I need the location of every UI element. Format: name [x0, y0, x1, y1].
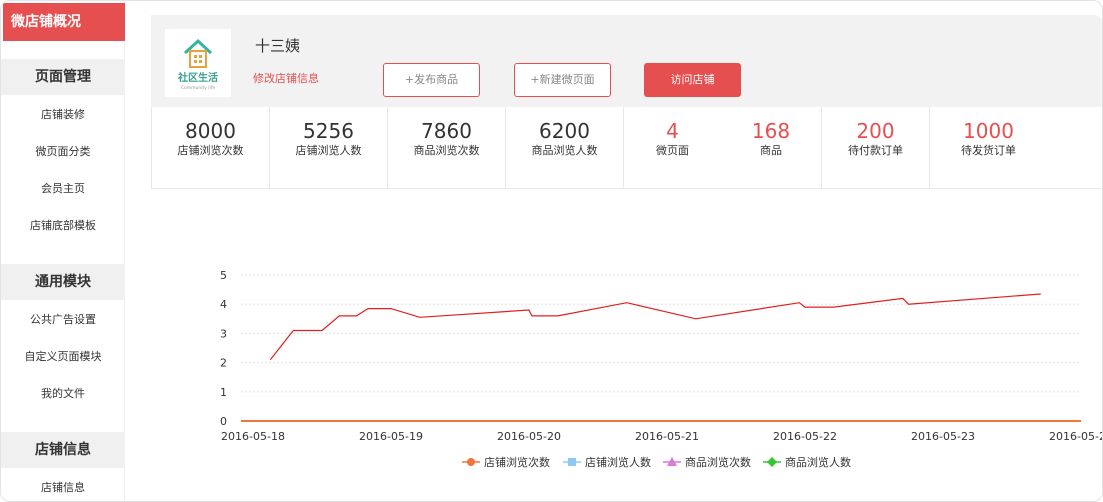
- sidebar-section-common-modules: 通用模块: [1, 264, 125, 300]
- sidebar: 微店铺概况 页面管理 店铺装修 微页面分类 会员主页 店铺底部模板 通用模块 公…: [1, 1, 125, 501]
- legend-marker-diamond: [767, 457, 777, 467]
- logo-subtext: Community life: [181, 85, 216, 91]
- y-tick-label: 1: [220, 386, 227, 399]
- sidebar-item-my-files[interactable]: 我的文件: [1, 384, 125, 404]
- stat-value: 6200: [539, 119, 590, 143]
- legend-label: 店铺浏览次数: [484, 455, 550, 469]
- publish-product-button[interactable]: +发布商品: [383, 63, 480, 97]
- legend-label: 商品浏览次数: [685, 455, 751, 469]
- sidebar-item-member-home[interactable]: 会员主页: [1, 179, 125, 199]
- stat-value: 4: [666, 119, 679, 143]
- stat-label: 商品: [760, 144, 782, 157]
- house-icon: 社区生活 Community life: [177, 38, 218, 91]
- x-tick-label: 2016-05-22: [773, 430, 837, 443]
- x-tick-label: 2016-05-18: [221, 430, 285, 443]
- stat-label: 商品浏览人数: [531, 144, 598, 157]
- stat-value: 1000: [963, 119, 1014, 143]
- sidebar-item-overview[interactable]: 微店铺概况: [3, 3, 125, 41]
- stats-bar: 8000 店铺浏览次数 5256 店铺浏览人数 7860 商品浏览次数 6200…: [151, 107, 1102, 189]
- stat-value: 7860: [421, 119, 472, 143]
- sidebar-item-public-ads[interactable]: 公共广告设置: [1, 310, 125, 330]
- legend-marker-square: [568, 458, 576, 466]
- stat-product-visitors: 6200 商品浏览人数: [505, 107, 623, 189]
- stat-shop-visitors: 5256 店铺浏览人数: [269, 107, 387, 189]
- legend-label: 商品浏览人数: [785, 455, 851, 469]
- stat-micro-pages[interactable]: 4 微页面: [623, 107, 721, 189]
- stat-pending-payment[interactable]: 200 待付款订单: [821, 107, 929, 189]
- y-tick-label: 2: [220, 357, 227, 370]
- x-tick-label: 2016-05-24: [1049, 430, 1103, 443]
- trend-chart-svg: 0 1 2 3 4 5 2016-05-18 2016-05-19 2016-05-20 2016…: [220, 269, 1103, 469]
- sidebar-item-shop-decoration[interactable]: 店铺装修: [1, 105, 125, 125]
- new-micro-page-button[interactable]: +新建微页面: [514, 63, 611, 97]
- y-tick-label: 5: [220, 269, 227, 282]
- shop-header: 社区生活 Community life 十三姨 修改店铺信息 +发布商品 +新建…: [151, 15, 1102, 107]
- sidebar-item-custom-page-modules[interactable]: 自定义页面模块: [1, 347, 125, 367]
- legend-label: 店铺浏览人数: [585, 455, 651, 469]
- sidebar-section-shop-info: 店铺信息: [1, 432, 125, 468]
- sidebar-item-footer-template[interactable]: 店铺底部模板: [1, 216, 125, 236]
- stat-value: 8000: [185, 119, 236, 143]
- y-tick-label: 0: [220, 415, 227, 428]
- stat-shop-views: 8000 店铺浏览次数: [151, 107, 269, 189]
- stat-products[interactable]: 168 商品: [721, 107, 821, 189]
- stat-label: 店铺浏览人数: [295, 144, 362, 157]
- logo-text: 社区生活: [177, 71, 218, 84]
- stat-label: 待发货订单: [961, 144, 1016, 157]
- shop-logo: 社区生活 Community life: [165, 29, 231, 97]
- stat-value: 168: [751, 119, 791, 143]
- legend-marker-circle: [467, 458, 475, 466]
- stat-label: 商品浏览次数: [413, 144, 480, 157]
- stat-product-views: 7860 商品浏览次数: [387, 107, 505, 189]
- stat-label: 店铺浏览次数: [177, 144, 244, 157]
- x-tick-label: 2016-05-21: [635, 430, 699, 443]
- x-tick-label: 2016-05-19: [359, 430, 423, 443]
- sidebar-item-micro-page-category[interactable]: 微页面分类: [1, 142, 125, 162]
- stat-pending-shipment[interactable]: 1000 待发货订单: [929, 107, 1047, 189]
- visit-shop-button[interactable]: 访问店铺: [644, 63, 741, 97]
- x-tick-label: 2016-05-23: [911, 430, 975, 443]
- stat-value: 200: [856, 119, 895, 143]
- edit-shop-info-link[interactable]: 修改店铺信息: [253, 70, 319, 86]
- sidebar-section-page-management: 页面管理: [1, 59, 125, 95]
- shop-name: 十三姨: [255, 37, 301, 55]
- y-tick-label: 4: [220, 298, 227, 311]
- x-tick-label: 2016-05-20: [497, 430, 561, 443]
- stat-value: 5256: [303, 119, 354, 143]
- stat-label: 微页面: [656, 144, 689, 157]
- sidebar-item-shop-info[interactable]: 店铺信息: [1, 478, 125, 498]
- y-tick-label: 3: [220, 327, 227, 340]
- app-frame: 微店铺概况 页面管理 店铺装修 微页面分类 会员主页 店铺底部模板 通用模块 公…: [0, 0, 1103, 502]
- stat-label: 待付款订单: [848, 144, 903, 157]
- trend-chart: 0 1 2 3 4 5 2016-05-18 2016-05-19 2016-05-20 2016…: [151, 191, 1103, 501]
